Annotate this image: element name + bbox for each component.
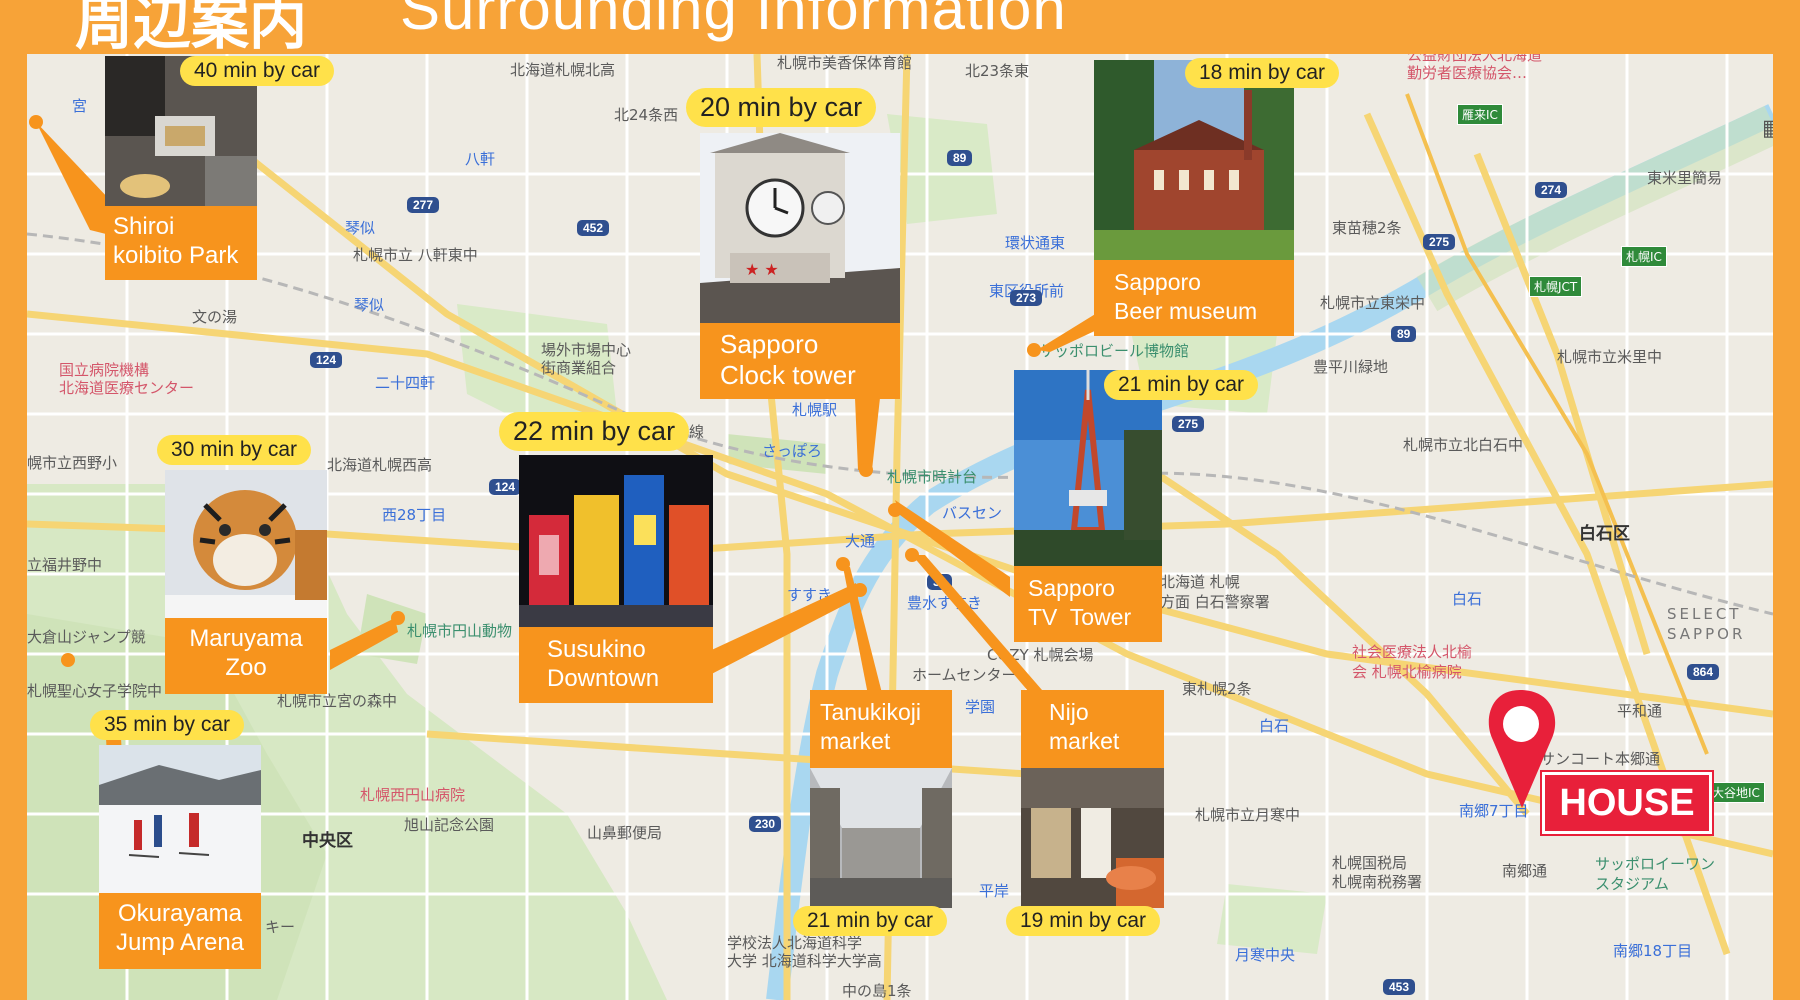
drive-time-badge: 21 min by car: [793, 906, 948, 936]
drive-time-badge: 21 min by car: [1104, 370, 1259, 400]
title-english: Surrounding Information: [400, 0, 1067, 42]
place-name-line2: Jump Arena: [115, 929, 245, 956]
place-name-line2: Zoo: [225, 654, 267, 681]
label-okurayama-jump-arena: Okurayama Jump Arena: [99, 893, 261, 969]
place-name-line2: market: [820, 728, 891, 754]
photo-tanukikoji-market: [810, 768, 952, 908]
photo-maruyama-zoo: [165, 470, 327, 618]
photo-sapporo-clock-tower: ★ ★: [700, 133, 900, 323]
photo-sapporo-beer-museum: [1094, 60, 1294, 260]
place-name-line2: Clock tower: [720, 360, 856, 390]
label-tanukikoji-market: Tanukikoji market: [810, 690, 952, 768]
place-name-line2: market: [1049, 728, 1120, 754]
drive-time-badge: 20 min by car: [686, 88, 877, 127]
place-name-line2: Beer museum: [1114, 298, 1258, 324]
drive-time-badge: 18 min by car: [1185, 58, 1340, 88]
photo-susukino-downtown: [519, 455, 713, 627]
photo-nijo-market: [1021, 768, 1164, 908]
label-shiroi-koibito-park: Shiroi koibito Park: [105, 206, 257, 280]
svg-text:★ ★: ★ ★: [745, 260, 779, 279]
label-nijo-market: Nijo market: [1021, 690, 1164, 768]
place-name-line2: Downtown: [547, 665, 660, 692]
title-japanese: 周辺案内: [75, 0, 308, 52]
place-name-line2: TV Tower: [1028, 604, 1132, 630]
label-susukino-downtown: Susukino Downtown: [519, 627, 713, 703]
drive-time-badge: 22 min by car: [499, 412, 690, 451]
place-name-line1: Tanukikoji: [820, 699, 921, 725]
place-name-line1: Okurayama: [117, 900, 243, 927]
label-sapporo-tv-tower: Sapporo TV Tower: [1014, 566, 1162, 642]
label-sapporo-beer-museum: Sapporo Beer museum: [1094, 260, 1294, 336]
drive-time-badge: 30 min by car: [157, 435, 312, 465]
place-name-line1: Maruyama: [189, 625, 303, 652]
place-name-line1: Sapporo: [1114, 269, 1201, 295]
drive-time-badge: 35 min by car: [90, 710, 245, 740]
place-name-line1: Susukino: [547, 636, 646, 663]
place-name-line1: Nijo: [1049, 699, 1089, 725]
house-label[interactable]: HOUSE: [1540, 770, 1714, 836]
photo-okurayama-jump-arena: [99, 745, 261, 893]
place-name-line1: Sapporo: [720, 329, 819, 359]
label-maruyama-zoo: Maruyama Zoo: [165, 618, 327, 694]
place-name-line2: koibito Park: [113, 242, 239, 269]
drive-time-badge: 40 min by car: [180, 56, 335, 86]
drive-time-badge: 19 min by car: [1006, 906, 1161, 936]
place-name-line1: Sapporo: [1028, 575, 1115, 601]
page-header: 周辺案内 Surrounding Information: [0, 0, 1800, 52]
label-sapporo-clock-tower: Sapporo Clock tower: [700, 323, 900, 399]
place-name-line1: Shiroi: [113, 213, 175, 240]
